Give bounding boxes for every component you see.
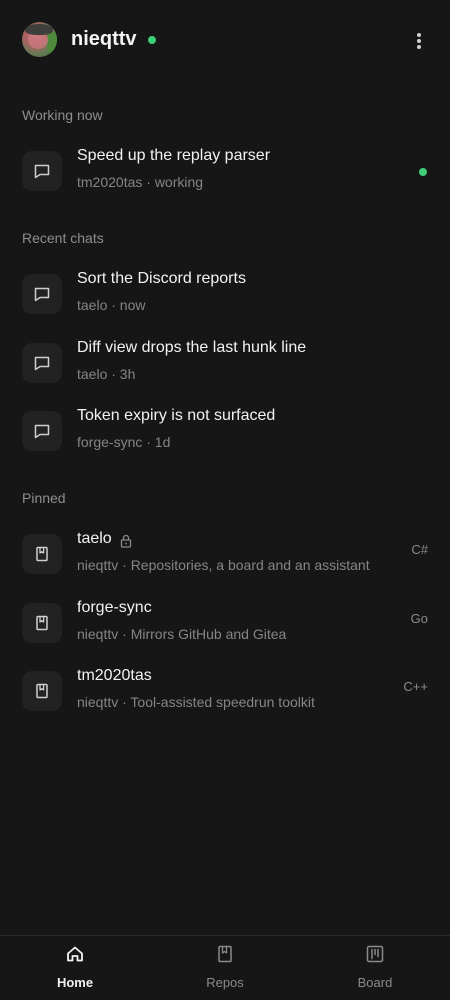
section-title-pinned: Pinned <box>22 490 66 506</box>
repo-book-icon <box>22 671 62 711</box>
online-status-dot <box>148 36 156 44</box>
chat-meta: forge-sync · 1d <box>77 434 171 450</box>
repo-name: forge-sync <box>77 599 152 616</box>
username: nieqttv <box>71 28 137 50</box>
more-options-icon[interactable] <box>409 28 429 52</box>
nav-label: Repos <box>206 975 244 990</box>
nav-label: Home <box>56 975 94 990</box>
nav-home[interactable]: Home <box>0 936 150 1000</box>
avatar[interactable] <box>22 22 57 57</box>
chat-title: Speed up the replay parser <box>77 147 271 164</box>
repo-description: nieqttv · Mirrors GitHub and Gitea <box>77 626 287 642</box>
chat-row[interactable]: Token expiry is not surfaced forge-sync … <box>0 403 450 463</box>
repo-book-icon <box>218 945 232 963</box>
repo-description: nieqttv · Tool-assisted speedrun toolkit <box>77 694 315 710</box>
chat-meta: taelo · 3h <box>77 366 136 382</box>
repo-row[interactable]: taelo nieqttv · Repositories, a board an… <box>0 526 450 586</box>
bottom-nav: Home Repos Board <box>0 935 450 1000</box>
home-icon <box>67 946 83 962</box>
chat-title: Sort the Discord reports <box>77 270 246 287</box>
working-indicator-dot <box>419 168 427 176</box>
repo-language: Go <box>410 611 428 626</box>
nav-board[interactable]: Board <box>300 936 450 1000</box>
chat-title: Token expiry is not surfaced <box>77 407 276 424</box>
repo-description: nieqttv · Repositories, a board and an a… <box>77 557 370 573</box>
chat-bubble-icon <box>22 343 62 383</box>
repo-book-icon <box>22 603 62 643</box>
chat-meta: tm2020tas · working <box>77 174 204 190</box>
top-header: nieqttv <box>0 0 450 80</box>
repo-name: tm2020tas <box>77 667 152 684</box>
nav-label: Board <box>357 975 393 990</box>
repo-row[interactable]: tm2020tas nieqttv · Tool-assisted speedr… <box>0 663 450 723</box>
chat-bubble-icon <box>22 151 62 191</box>
chat-row[interactable]: Speed up the replay parser tm2020tas · w… <box>0 143 450 203</box>
repo-book-icon <box>22 534 62 574</box>
section-title-recent-chats: Recent chats <box>22 230 104 246</box>
chat-bubble-icon <box>22 411 62 451</box>
nav-repos[interactable]: Repos <box>150 936 300 1000</box>
repo-language: C# <box>411 542 428 557</box>
chat-title: Diff view drops the last hunk line <box>77 339 307 356</box>
chat-row[interactable]: Diff view drops the last hunk line taelo… <box>0 335 450 395</box>
board-columns-icon <box>366 945 384 963</box>
repo-row[interactable]: forge-sync nieqttv · Mirrors GitHub and … <box>0 595 450 655</box>
chat-meta: taelo · now <box>77 297 146 313</box>
repo-name: taelo <box>77 530 112 547</box>
lock-icon <box>120 534 132 548</box>
app-root: nieqttv Working now Speed up the replay … <box>0 0 450 1000</box>
chat-row[interactable]: Sort the Discord reports taelo · now <box>0 266 450 326</box>
repo-language: C++ <box>403 679 428 694</box>
section-title-working-now: Working now <box>22 107 103 123</box>
chat-bubble-icon <box>22 274 62 314</box>
